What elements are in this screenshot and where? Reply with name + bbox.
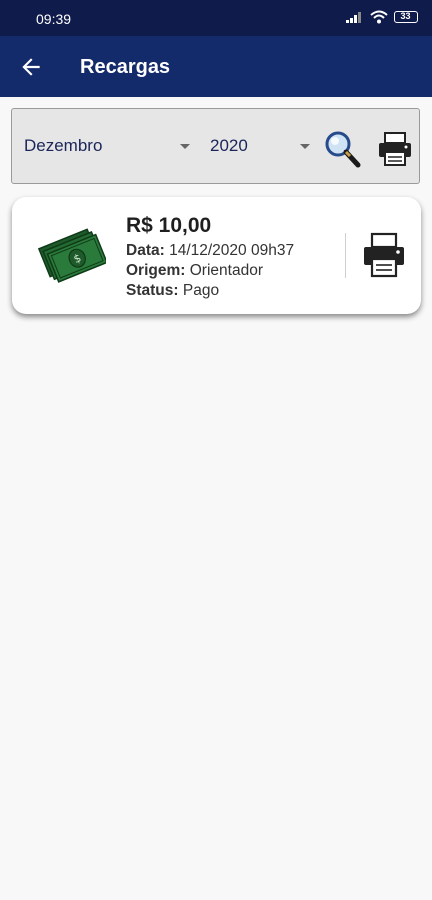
back-arrow-icon[interactable] [18, 54, 44, 80]
recharge-date: Data: 14/12/2020 09h37 [126, 241, 294, 261]
filter-panel: Dezembro 2020 [11, 108, 420, 184]
print-icon[interactable] [377, 131, 413, 167]
chevron-down-icon [300, 144, 310, 149]
battery-level: 33 [400, 11, 411, 21]
status-bar: 09:39 33 [0, 0, 432, 36]
origin-value: Orientador [189, 262, 263, 279]
search-icon[interactable] [322, 129, 362, 169]
recharge-card[interactable]: $ R$ 10,00 Data: 14/12/2020 09h37 Origem… [12, 197, 421, 314]
status-label: Status: [126, 282, 179, 299]
page-title: Recargas [80, 56, 171, 78]
origin-label: Origem: [126, 262, 186, 279]
wifi-icon [370, 10, 388, 24]
status-time: 09:39 [36, 11, 72, 27]
recharge-info: R$ 10,00 Data: 14/12/2020 09h37 Origem: … [126, 214, 294, 301]
month-select[interactable]: Dezembro [24, 131, 190, 161]
print-receipt-icon[interactable] [362, 232, 406, 278]
recharge-origin: Origem: Orientador [126, 261, 294, 281]
signal-icon [346, 12, 361, 23]
status-icons: 33 [346, 10, 418, 24]
year-select-value: 2020 [210, 136, 248, 155]
banknotes-icon: $ [38, 228, 106, 283]
app-bar: Recargas [0, 36, 432, 97]
year-select[interactable]: 2020 [210, 131, 310, 161]
battery-icon: 33 [394, 11, 418, 23]
date-label: Data: [126, 242, 165, 259]
recharge-amount: R$ 10,00 [126, 214, 212, 237]
month-select-value: Dezembro [24, 136, 103, 155]
recharge-status: Status: Pago [126, 281, 294, 301]
chevron-down-icon [180, 144, 190, 149]
card-divider [345, 233, 346, 278]
status-value: Pago [182, 282, 220, 299]
date-value: 14/12/2020 09h37 [169, 242, 295, 259]
